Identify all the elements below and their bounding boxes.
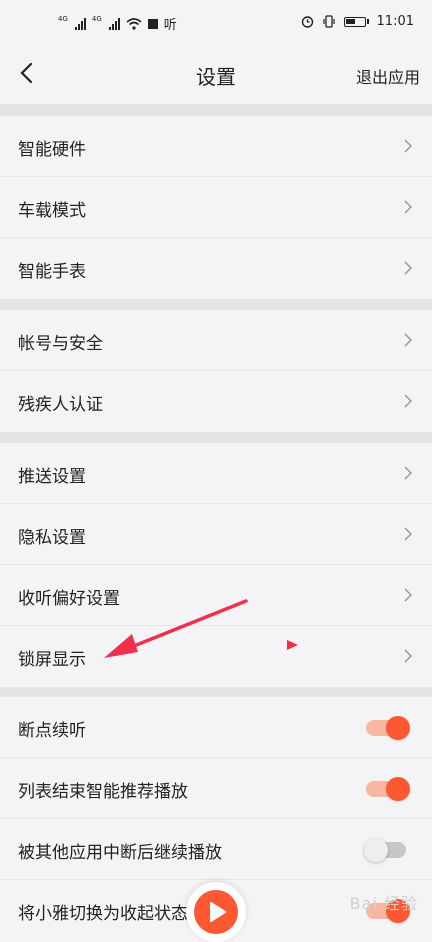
chevron-right-icon	[404, 261, 412, 275]
battery-cap-icon	[366, 19, 369, 24]
section-divider	[0, 431, 432, 443]
settings-row-push[interactable]: 推送设置	[0, 443, 432, 504]
status-bar: 4G 4G 听 11:01	[0, 0, 432, 44]
row-label: 车载模式	[18, 201, 86, 221]
chevron-right-icon	[404, 466, 412, 480]
settings-row-car-mode[interactable]: 车载模式	[0, 177, 432, 238]
chevron-right-icon	[404, 649, 412, 663]
exit-app-button[interactable]: 退出应用	[356, 64, 420, 88]
vibrate-icon	[322, 15, 335, 28]
settings-group-devices: 智能硬件 车载模式 智能手表	[0, 116, 432, 299]
section-divider	[0, 686, 432, 697]
play-circle	[194, 890, 238, 934]
row-label: 隐私设置	[18, 528, 86, 548]
row-label: 帐号与安全	[18, 334, 103, 354]
status-left: 4G 4G 听	[58, 14, 177, 34]
section-divider	[0, 298, 432, 310]
baidu-watermark: Bai 经验	[349, 894, 418, 913]
row-label: 智能手表	[18, 262, 86, 282]
row-label: 推送设置	[18, 467, 86, 487]
resume-playback-toggle[interactable]	[366, 716, 410, 740]
chevron-right-icon	[404, 394, 412, 408]
row-label: 锁屏显示	[18, 650, 86, 670]
settings-row-continue-after-interrupt: 被其他应用中断后继续播放	[0, 819, 432, 880]
section-divider	[0, 104, 432, 116]
wifi-icon	[126, 17, 142, 30]
app-status-label: 听	[163, 18, 177, 33]
stop-icon	[147, 18, 158, 29]
settings-row-privacy[interactable]: 隐私设置	[0, 504, 432, 565]
settings-row-disability-cert[interactable]: 残疾人认证	[0, 371, 432, 432]
chevron-right-icon	[404, 139, 412, 153]
row-label: 被其他应用中断后继续播放	[18, 843, 222, 863]
continue-after-interrupt-toggle[interactable]	[364, 838, 408, 862]
row-label: 列表结束智能推荐播放	[18, 782, 188, 802]
app-header: 设置 退出应用	[0, 44, 432, 104]
network-type-2: 4G	[91, 14, 102, 23]
settings-row-lockscreen-display[interactable]: 锁屏显示	[0, 626, 432, 687]
settings-group-account: 帐号与安全 残疾人认证	[0, 310, 432, 432]
row-label: 收听偏好设置	[18, 589, 120, 609]
signal-icon-2	[108, 17, 120, 30]
floating-player-button[interactable]	[186, 882, 246, 942]
row-label: 残疾人认证	[18, 395, 103, 415]
chevron-right-icon	[404, 527, 412, 541]
clock: 11:01	[376, 14, 414, 29]
row-label: 将小雅切换为收起状态	[18, 904, 188, 924]
status-right: 11:01	[301, 14, 414, 29]
settings-row-smart-watch[interactable]: 智能手表	[0, 238, 432, 299]
chevron-right-icon	[404, 588, 412, 602]
settings-row-resume-playback: 断点续听	[0, 697, 432, 758]
network-type-1: 4G	[58, 14, 68, 23]
row-label: 断点续听	[18, 721, 86, 741]
alarm-icon	[301, 16, 313, 28]
settings-row-smart-hardware[interactable]: 智能硬件	[0, 116, 432, 177]
play-icon	[210, 902, 226, 922]
smart-recommend-toggle[interactable]	[366, 777, 410, 801]
settings-row-account-security[interactable]: 帐号与安全	[0, 310, 432, 371]
chevron-right-icon	[404, 333, 412, 347]
row-label: 智能硬件	[18, 140, 86, 160]
battery-icon	[343, 16, 366, 27]
settings-group-preferences: 推送设置 隐私设置 收听偏好设置 锁屏显示	[0, 443, 432, 687]
chevron-right-icon	[404, 200, 412, 214]
signal-icon	[74, 17, 86, 30]
settings-row-listening-preference[interactable]: 收听偏好设置	[0, 565, 432, 626]
settings-row-smart-recommend: 列表结束智能推荐播放	[0, 758, 432, 819]
